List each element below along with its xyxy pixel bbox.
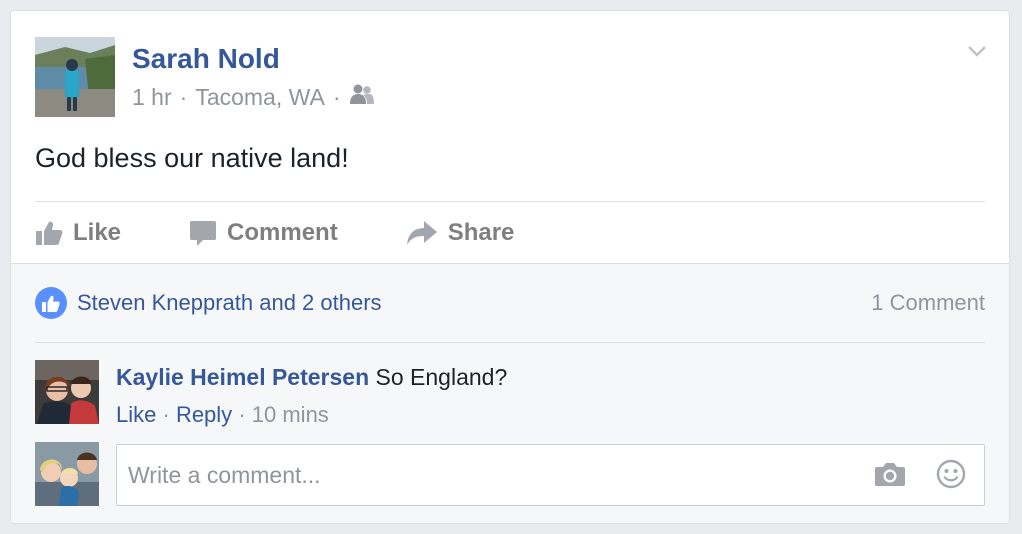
current-user-avatar[interactable]: [35, 442, 99, 506]
comment-text: So England?: [375, 364, 508, 390]
post-location[interactable]: Tacoma, WA: [195, 84, 325, 111]
comment-composer: [35, 442, 985, 508]
like-button[interactable]: Like: [35, 219, 121, 247]
post-actions: Like Comment Share: [35, 211, 582, 255]
comment-time[interactable]: 10 mins: [252, 402, 329, 427]
commenter-avatar[interactable]: [35, 360, 99, 424]
comment-author[interactable]: Kaylie Heimel Petersen: [116, 364, 369, 390]
author-avatar[interactable]: [35, 37, 115, 117]
comment-count-link[interactable]: 1 Comment: [871, 290, 985, 316]
comment-label: Comment: [227, 219, 338, 246]
meta-separator: ·: [332, 83, 341, 110]
post-card: Sarah Nold 1 hr · Tacoma, WA · God bless…: [10, 10, 1010, 524]
divider: [35, 342, 985, 343]
chevron-down-icon[interactable]: [967, 41, 987, 61]
share-button[interactable]: Share: [406, 219, 515, 247]
comment-line: Kaylie Heimel Petersen So England?: [116, 364, 507, 391]
share-arrow-icon: [406, 220, 438, 246]
comment-like-link[interactable]: Like: [116, 402, 156, 427]
share-label: Share: [447, 219, 515, 246]
thumbs-up-icon: [35, 220, 63, 246]
post-author-name[interactable]: Sarah Nold: [132, 43, 280, 75]
comments-section: Steven Knepprath and 2 others 1 Comment: [11, 263, 1009, 523]
reactions-row: Steven Knepprath and 2 others 1 Comment: [35, 286, 985, 320]
camera-icon[interactable]: [874, 461, 906, 492]
meta-separator: ·: [179, 83, 188, 110]
speech-bubble-icon: [189, 219, 217, 247]
comment-button[interactable]: Comment: [189, 219, 338, 247]
comment-item: Kaylie Heimel Petersen So England? Like …: [35, 360, 985, 430]
divider: [35, 201, 985, 202]
meta-separator: ·: [238, 402, 252, 427]
comment-reply-link[interactable]: Reply: [176, 402, 232, 427]
likers-link[interactable]: Steven Knepprath and 2 others: [77, 290, 382, 316]
comment-input-box: [116, 444, 985, 506]
friends-icon[interactable]: [349, 83, 375, 111]
smiley-icon[interactable]: [936, 459, 966, 494]
comment-actions: Like · Reply · 10 mins: [116, 402, 329, 428]
post-text: God bless our native land!: [35, 143, 349, 173]
meta-separator: ·: [162, 402, 176, 427]
post-time[interactable]: 1 hr: [132, 84, 172, 111]
like-label: Like: [73, 219, 122, 246]
like-reaction-icon: [35, 287, 67, 319]
post-meta: 1 hr · Tacoma, WA ·: [132, 83, 375, 111]
comment-input[interactable]: [117, 445, 817, 505]
